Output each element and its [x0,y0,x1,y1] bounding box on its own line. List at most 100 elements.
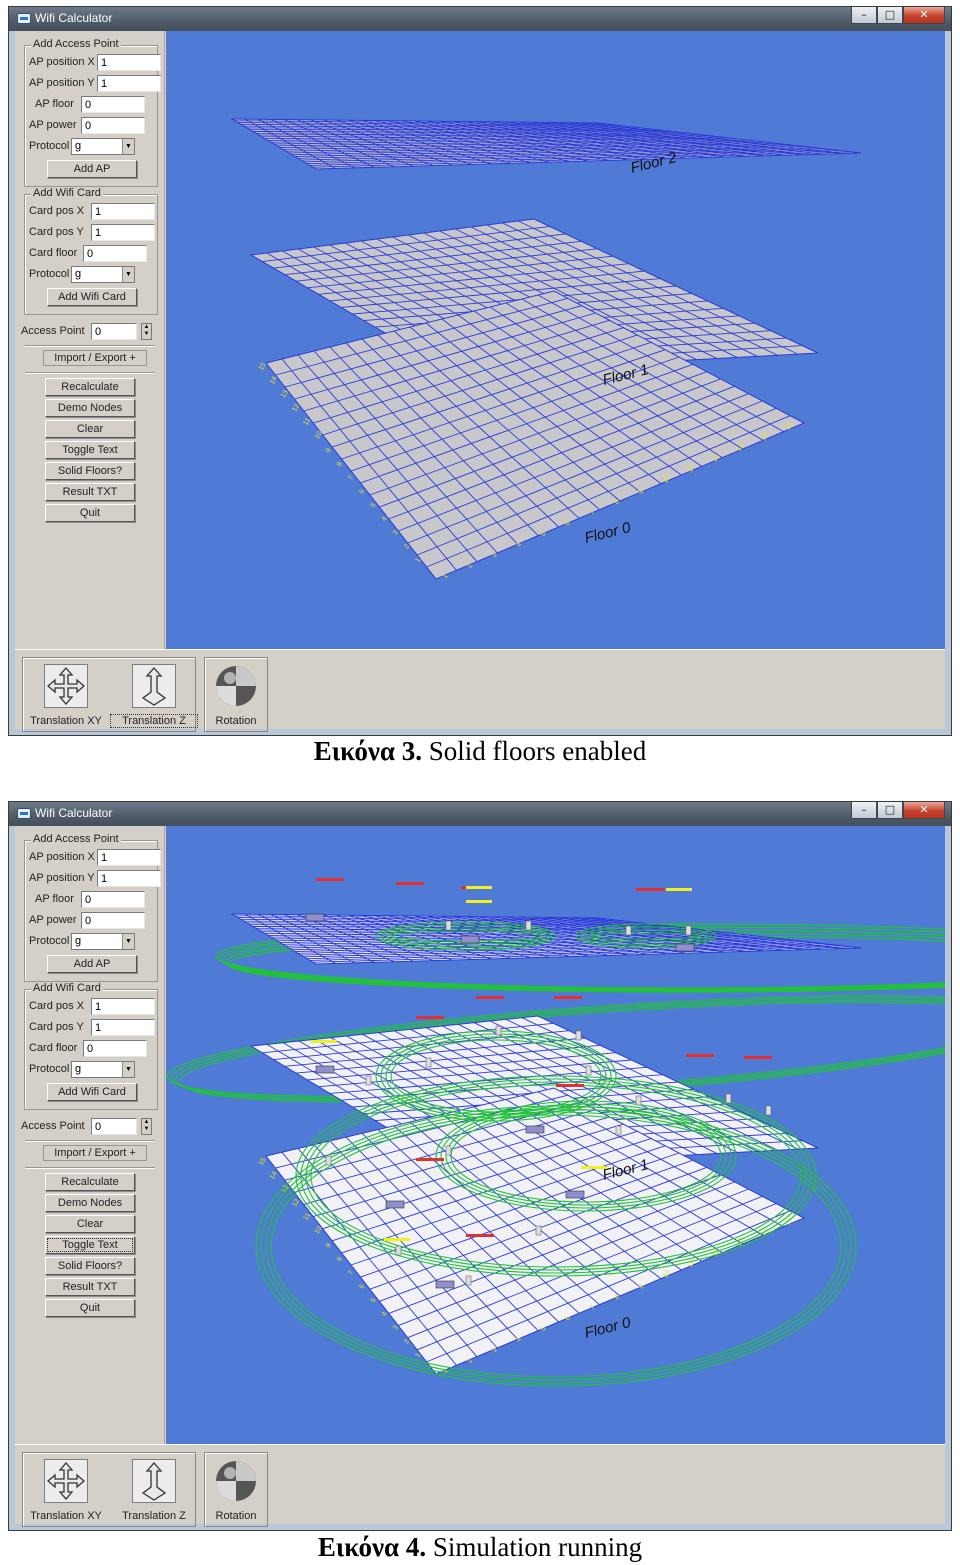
rotation-tool[interactable]: Rotation [193,1453,279,1526]
node-label-yellow [466,886,492,889]
minimize-button[interactable]: – [851,7,877,24]
wifi-card-marker [685,925,692,936]
divider [25,372,155,374]
vertical-arrow-icon [132,664,176,708]
node-label-yellow [466,900,492,903]
node-label-red [636,888,664,891]
clear-button[interactable]: Clear [45,420,135,438]
minimize-button[interactable]: – [851,802,877,819]
ap-node-box [435,1280,455,1289]
title-bar[interactable]: Wifi Calculator – □ ✕ [9,802,951,826]
maximize-button[interactable]: □ [877,802,903,819]
demo-nodes-button[interactable]: Demo Nodes [45,1194,135,1212]
ap-protocol-select[interactable]: g ▼ [71,933,135,950]
simulation-scene[interactable]: Floor 1Floor 015141312111098765432112345… [166,826,945,1444]
divider [25,345,155,347]
floors-scene[interactable]: Floor 2Floor 1Floor 01514131211109876543… [166,31,945,649]
translation-xy-tool[interactable]: Translation XY [23,658,109,731]
add-wifi-card-button[interactable]: Add Wifi Card [47,288,137,306]
wifi-card-marker [615,1125,622,1136]
title-bar[interactable]: Wifi Calculator – □ ✕ [9,7,951,31]
card-position-x-input[interactable] [91,998,155,1015]
add-ap-button[interactable]: Add AP [47,955,137,973]
access-point-input[interactable] [91,1118,137,1135]
ap-position-x-input[interactable] [97,849,161,866]
rotation-label: Rotation [215,1510,257,1522]
group-title: Add Wifi Card [31,982,103,994]
figure-caption-4: Εικόνα 4. Simulation running [0,1532,960,1563]
ap-power-input[interactable] [81,912,145,929]
result-txt-button[interactable]: Result TXT [45,483,135,501]
quit-button[interactable]: Quit [45,504,135,522]
ap-y-label: AP position Y [29,77,95,89]
add-wifi-card-group: Add Wifi Card Card pos X Card pos Y Card… [24,187,158,315]
app-icon [17,13,31,24]
axis-tick-label: 6 [358,1283,366,1290]
card-y-label: Card pos Y [29,226,84,238]
card-protocol-value: g [75,268,82,280]
3d-viewport[interactable]: Floor 2 Floor 1 Floor 0 15 14 13 12 11 10 9 8 7 6 5 4 3… [166,31,945,649]
card-protocol-label: Protocol [29,1063,70,1075]
card-position-x-input[interactable] [91,203,155,220]
app-icon [17,808,31,819]
window-title: Wifi Calculator [35,806,113,820]
recalculate-button[interactable]: Recalculate [45,1173,135,1191]
close-button[interactable]: ✕ [903,802,945,819]
card-floor-input[interactable] [83,1040,147,1057]
quit-button[interactable]: Quit [45,1299,135,1317]
access-point-input[interactable] [91,323,137,340]
axis-tick-label: 8 [336,461,344,468]
toggle-text-button[interactable]: Toggle Text [45,1236,135,1254]
import-export-menu[interactable]: Import / Export + [43,1145,147,1161]
spinner-arrows-icon[interactable]: ▲ ▼ [141,1118,152,1135]
node-label-red [556,1084,584,1087]
solid-floors-button[interactable]: Solid Floors? [45,1257,135,1275]
ap-node-box [565,1190,585,1199]
clear-button[interactable]: Clear [45,1215,135,1233]
axis-tick-label: 14 [269,1170,279,1180]
card-position-y-input[interactable] [91,224,155,241]
chevron-down-icon: ▼ [122,934,134,949]
ap-floor-input[interactable] [81,891,145,908]
result-txt-button[interactable]: Result TXT [45,1278,135,1296]
ap-position-y-input[interactable] [97,870,161,887]
app-window-simulation: Wifi Calculator – □ ✕ Add Access Point A… [8,801,952,1531]
axis-tick-label: 8 [336,1256,344,1263]
rotation-tool[interactable]: Rotation [193,658,279,731]
ap-protocol-label: Protocol [29,140,70,152]
floor-2-plane [230,913,862,965]
ap-protocol-select[interactable]: g ▼ [71,138,135,155]
add-wifi-card-button[interactable]: Add Wifi Card [47,1083,137,1101]
wifi-card-marker [465,1275,472,1286]
card-protocol-select[interactable]: g ▼ [71,266,135,283]
access-point-row: Access Point ▲▼ [21,1118,161,1136]
translation-z-label: Translation Z [122,1510,186,1522]
3d-viewport[interactable]: Floor 1 Floor 0 15 14 13 12 11 10 9 8 7 6 5 4 3 2 1 1 2 3 4 5… [166,826,945,1444]
translation-z-tool[interactable]: Translation Z [111,1453,197,1526]
ap-power-input[interactable] [81,117,145,134]
toggle-text-button[interactable]: Toggle Text [45,441,135,459]
ap-floor-label: AP floor [35,893,74,905]
import-export-menu[interactable]: Import / Export + [43,350,147,366]
card-floor-input[interactable] [83,245,147,262]
caption-text: Simulation running [432,1532,643,1562]
ap-y-label: AP position Y [29,872,95,884]
spinner-arrows-icon[interactable]: ▲ ▼ [141,323,152,340]
ap-position-x-input[interactable] [97,54,161,71]
add-access-point-group: Add Access Point AP position X AP positi… [24,38,161,187]
close-button[interactable]: ✕ [903,7,945,24]
maximize-button[interactable]: □ [877,7,903,24]
translation-z-tool[interactable]: Translation Z [110,658,198,731]
caption-prefix: Εικόνα 4. [317,1532,427,1562]
solid-floors-button[interactable]: Solid Floors? [45,462,135,480]
ap-node-box [385,1200,405,1209]
wifi-card-marker [325,1155,332,1166]
translation-xy-tool[interactable]: Translation XY [23,1453,109,1526]
add-ap-button[interactable]: Add AP [47,160,137,178]
ap-floor-input[interactable] [81,96,145,113]
recalculate-button[interactable]: Recalculate [45,378,135,396]
card-position-y-input[interactable] [91,1019,155,1036]
card-protocol-select[interactable]: g ▼ [71,1061,135,1078]
ap-position-y-input[interactable] [97,75,161,92]
demo-nodes-button[interactable]: Demo Nodes [45,399,135,417]
